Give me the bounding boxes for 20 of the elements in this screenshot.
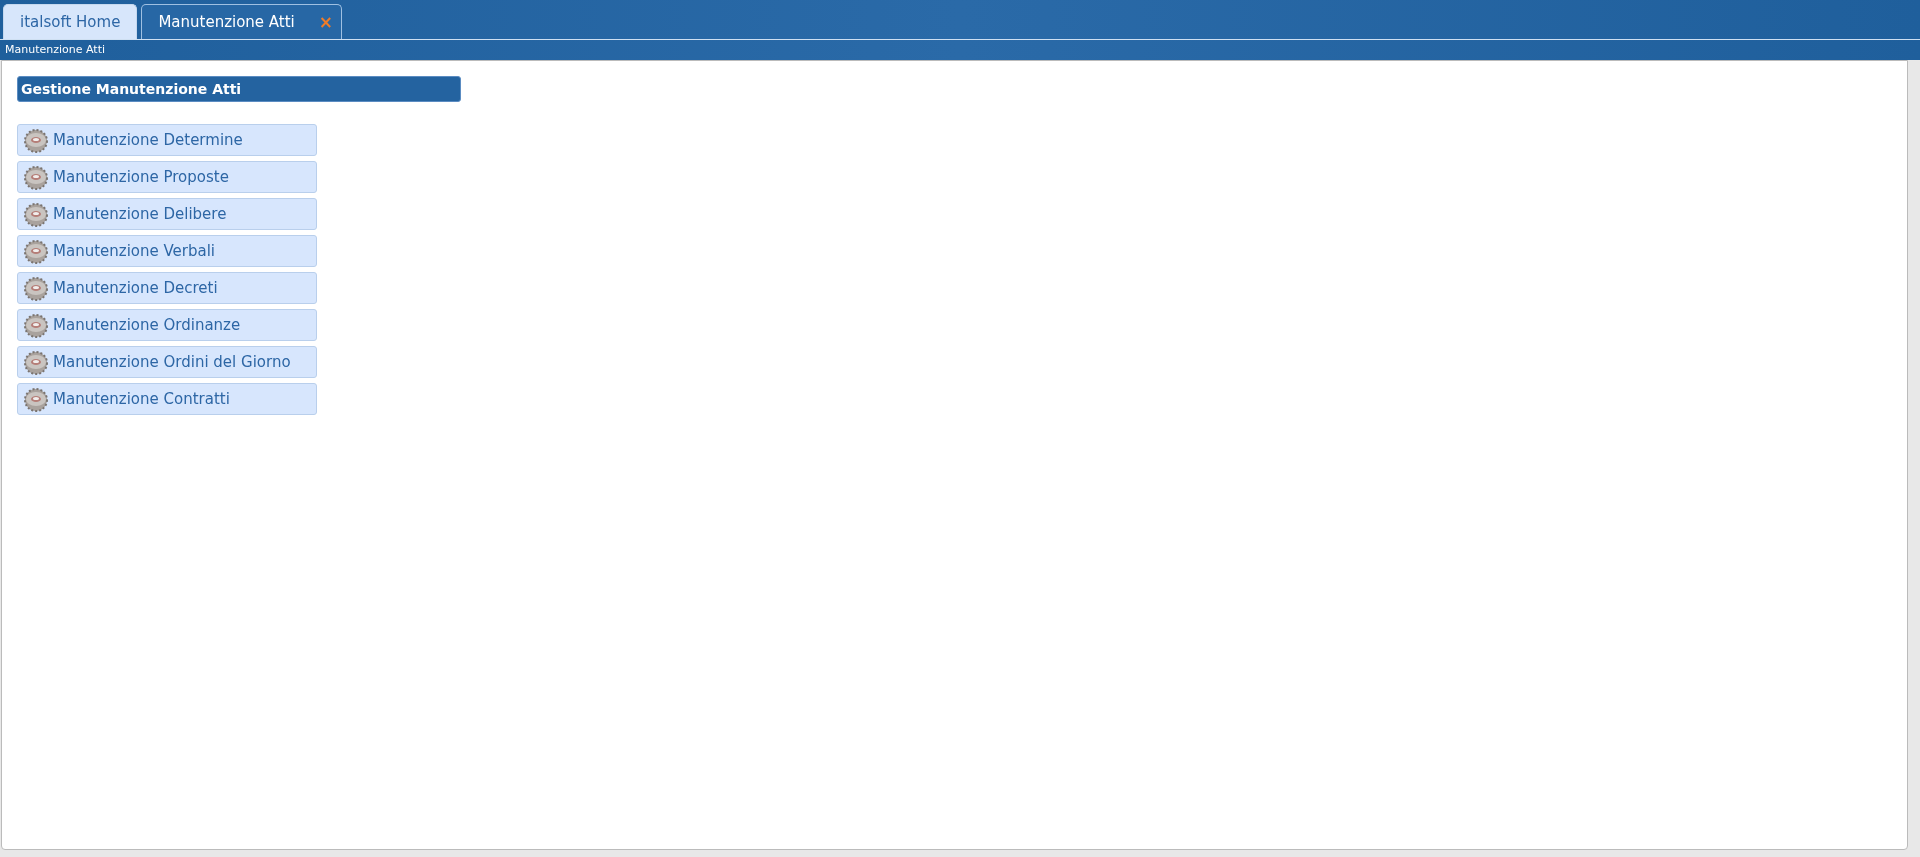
tab[interactable]: italsoft Home (3, 4, 138, 39)
gear-icon (22, 164, 50, 190)
gear-icon (22, 386, 50, 412)
breadcrumb-text: Manutenzione Atti (5, 41, 106, 58)
menu-item[interactable]: Manutenzione Verbali (17, 235, 317, 267)
menu-item[interactable]: Manutenzione Delibere (17, 198, 317, 230)
menu-item[interactable]: Manutenzione Ordinanze (17, 309, 317, 341)
menu-item[interactable]: Manutenzione Decreti (17, 272, 317, 304)
gear-icon (22, 201, 50, 227)
gear-icon (22, 349, 50, 375)
gear-icon (22, 275, 50, 301)
menu-item[interactable]: Manutenzione Contratti (17, 383, 317, 415)
gear-icon (22, 312, 50, 338)
gear-icon (22, 238, 50, 264)
tab[interactable]: Manutenzione Atti × (141, 4, 343, 39)
menu-item[interactable]: Manutenzione Proposte (17, 161, 317, 193)
menu-item[interactable]: Manutenzione Ordini del Giorno (17, 346, 317, 378)
menu-item[interactable]: Manutenzione Determine (17, 124, 317, 156)
section-header: Gestione Manutenzione Atti (17, 76, 461, 102)
gear-icon (22, 127, 50, 153)
